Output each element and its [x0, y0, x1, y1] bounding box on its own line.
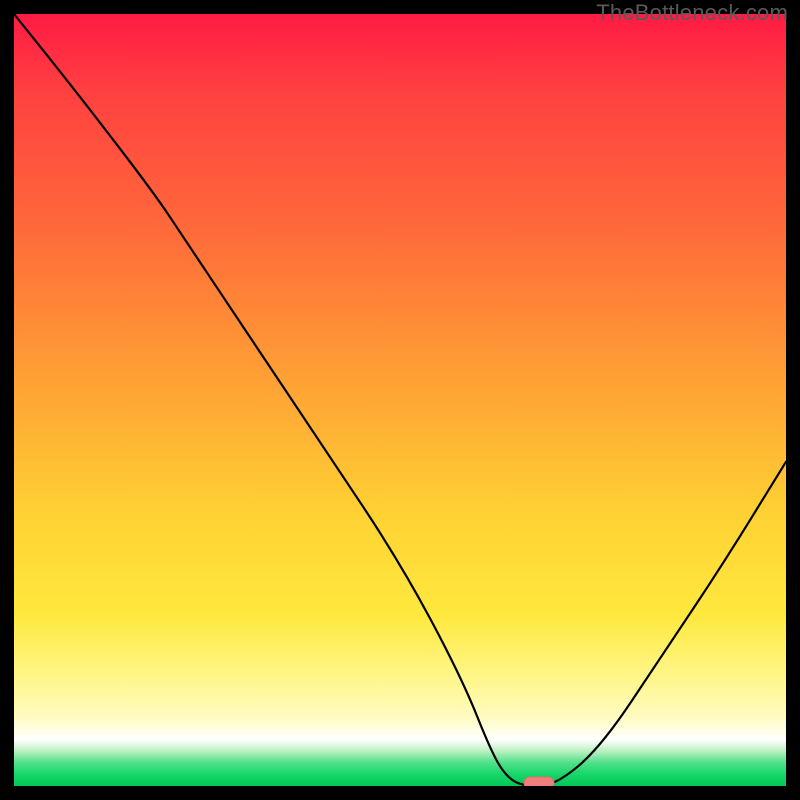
watermark-text: TheBottleneck.com	[596, 0, 788, 26]
bottleneck-chart: TheBottleneck.com	[0, 0, 800, 800]
plot-area	[14, 14, 786, 786]
